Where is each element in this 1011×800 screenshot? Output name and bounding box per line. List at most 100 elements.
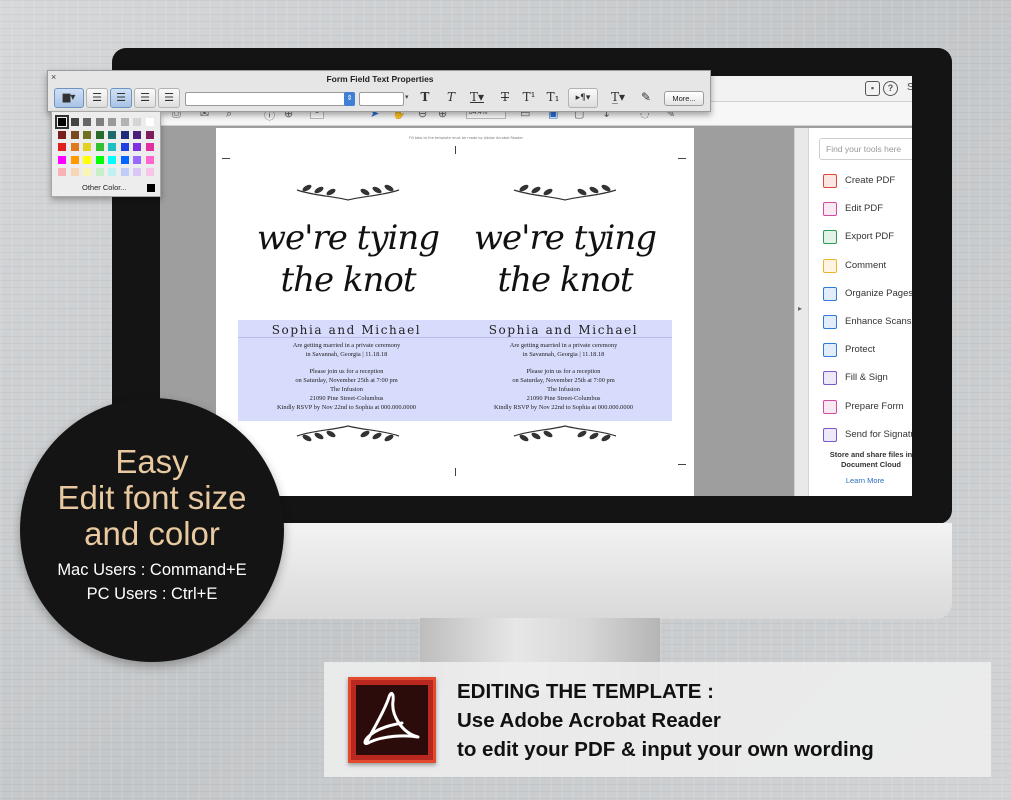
laurel-ornament-icon	[296, 184, 400, 201]
align-center-icon[interactable]: ☰	[110, 88, 132, 108]
color-swatch[interactable]	[120, 118, 129, 126]
color-swatch[interactable]	[145, 118, 154, 126]
tool-item[interactable]: Enhance Scans	[823, 313, 912, 333]
color-swatch[interactable]	[83, 118, 91, 126]
bold-icon[interactable]: T	[414, 88, 436, 108]
tool-label: Fill & Sign	[845, 372, 888, 384]
tool-item[interactable]: Protect	[823, 341, 912, 361]
tool-item[interactable]: Fill & Sign	[823, 369, 912, 389]
tool-item[interactable]: Send for Signatu	[823, 426, 912, 446]
color-swatch[interactable]	[95, 118, 104, 126]
couple-names[interactable]: Sophia and Michael	[455, 323, 672, 337]
color-palette-popup: Other Color...	[51, 111, 161, 197]
color-swatch[interactable]	[108, 155, 116, 164]
color-swatch[interactable]	[145, 143, 154, 151]
color-swatch[interactable]	[120, 130, 129, 139]
underline-icon[interactable]: T▾	[464, 88, 490, 108]
color-swatch[interactable]	[95, 168, 104, 176]
invitation-title-line2: the knot	[280, 260, 416, 300]
page-note: Fill tabs to the template must be made b…	[409, 136, 523, 140]
color-swatch[interactable]	[145, 130, 154, 139]
color-swatch[interactable]	[70, 168, 79, 176]
laurel-ornament-icon	[513, 184, 617, 201]
color-swatch[interactable]	[95, 143, 104, 151]
comment-bubble-icon[interactable]: ▪	[865, 81, 880, 96]
subscript-icon[interactable]: T₁	[542, 88, 564, 108]
color-swatch[interactable]	[95, 155, 104, 164]
color-swatch[interactable]	[58, 155, 66, 164]
form-field-right[interactable]: Sophia and Michael Are getting married i…	[455, 320, 672, 421]
color-swatch[interactable]	[145, 155, 154, 164]
superscript-icon[interactable]: T¹	[518, 88, 540, 108]
text-color-button[interactable]: ▆▾	[54, 88, 84, 108]
banner-line2: Use Adobe Acrobat Reader	[457, 709, 721, 732]
tool-item[interactable]: Prepare Form	[823, 398, 912, 418]
collapse-arrow-icon[interactable]: ▸	[798, 304, 802, 313]
detail-line: Kindly RSVP by Nov 22nd to Sophia at 000…	[494, 403, 633, 411]
export-pdf-icon	[823, 230, 837, 245]
other-color-option[interactable]: Other Color...	[82, 183, 127, 192]
toolbar-title: Form Field Text Properties	[326, 74, 434, 84]
color-swatch[interactable]	[83, 155, 91, 164]
color-swatch[interactable]	[120, 155, 129, 164]
color-swatch[interactable]	[58, 168, 66, 176]
pencil-icon[interactable]: ✎	[636, 88, 656, 108]
justify-icon[interactable]: ☰	[158, 88, 180, 108]
invitation-details[interactable]: Are getting married in a private ceremon…	[238, 342, 455, 412]
learn-more-link[interactable]: Learn More	[821, 476, 909, 485]
tool-item[interactable]: Comment	[823, 257, 912, 277]
color-swatch[interactable]	[133, 155, 141, 164]
color-swatch[interactable]	[108, 168, 116, 176]
align-right-icon[interactable]: ☰	[134, 88, 156, 108]
color-swatch[interactable]	[133, 143, 141, 151]
color-swatch[interactable]	[55, 115, 69, 129]
color-swatch[interactable]	[145, 168, 154, 176]
line-spacing-icon[interactable]: T̲▾	[604, 88, 632, 108]
color-swatch[interactable]	[120, 143, 129, 151]
align-left-icon[interactable]: ☰	[86, 88, 108, 108]
color-swatch[interactable]	[133, 168, 141, 176]
color-swatch[interactable]	[133, 118, 141, 126]
paragraph-direction-icon[interactable]: ▸¶▾	[568, 88, 598, 108]
tool-item[interactable]: Export PDF	[823, 228, 912, 248]
detail-line: Kindly RSVP by Nov 22nd to Sophia at 000…	[277, 403, 416, 411]
color-swatch[interactable]	[70, 143, 79, 151]
font-size-dropdown[interactable]	[359, 92, 404, 106]
tools-search-input[interactable]: Find your tools here	[819, 138, 912, 160]
tool-label: Create PDF	[845, 175, 896, 186]
detail-line: 21090 Pine Street-Columbus	[309, 394, 384, 402]
pdf-page: Fill tabs to the template must be made b…	[216, 128, 694, 496]
color-swatch[interactable]	[133, 130, 141, 139]
more-button[interactable]: More...	[664, 91, 704, 106]
strikethrough-icon[interactable]: T	[494, 88, 516, 108]
color-swatch[interactable]	[108, 143, 116, 151]
color-swatch[interactable]	[70, 155, 79, 164]
chevron-down-icon[interactable]: ▾	[405, 93, 409, 101]
help-icon[interactable]: ?	[883, 81, 898, 96]
color-swatch[interactable]	[108, 118, 116, 126]
color-swatch[interactable]	[58, 130, 66, 139]
header-user-initial[interactable]: S	[907, 82, 912, 93]
invitation-title-line1: we're tying	[256, 218, 440, 258]
color-swatch[interactable]	[83, 143, 91, 151]
color-swatch[interactable]	[83, 130, 91, 139]
font-family-dropdown[interactable]	[185, 92, 355, 106]
color-swatch[interactable]	[83, 168, 91, 176]
other-color-swatch[interactable]	[147, 184, 155, 192]
tool-item[interactable]: Edit PDF	[823, 200, 912, 220]
panel-splitter[interactable]: ▸	[794, 128, 808, 496]
color-swatch[interactable]	[70, 118, 79, 126]
color-swatch[interactable]	[120, 168, 129, 176]
laurel-ornament-icon	[296, 425, 400, 442]
tool-item[interactable]: Create PDF	[823, 172, 912, 192]
couple-names[interactable]: Sophia and Michael	[238, 323, 455, 337]
chevron-down-icon[interactable]: ⇕	[344, 92, 355, 106]
invitation-details[interactable]: Are getting married in a private ceremon…	[455, 342, 672, 412]
color-swatch[interactable]	[70, 130, 79, 139]
form-field-left[interactable]: Sophia and Michael Are getting married i…	[238, 320, 455, 421]
tool-item[interactable]: Organize Pages	[823, 285, 912, 305]
color-swatch[interactable]	[95, 130, 104, 139]
color-swatch[interactable]	[108, 130, 116, 139]
italic-icon[interactable]: T	[440, 88, 462, 108]
color-swatch[interactable]	[58, 143, 66, 151]
